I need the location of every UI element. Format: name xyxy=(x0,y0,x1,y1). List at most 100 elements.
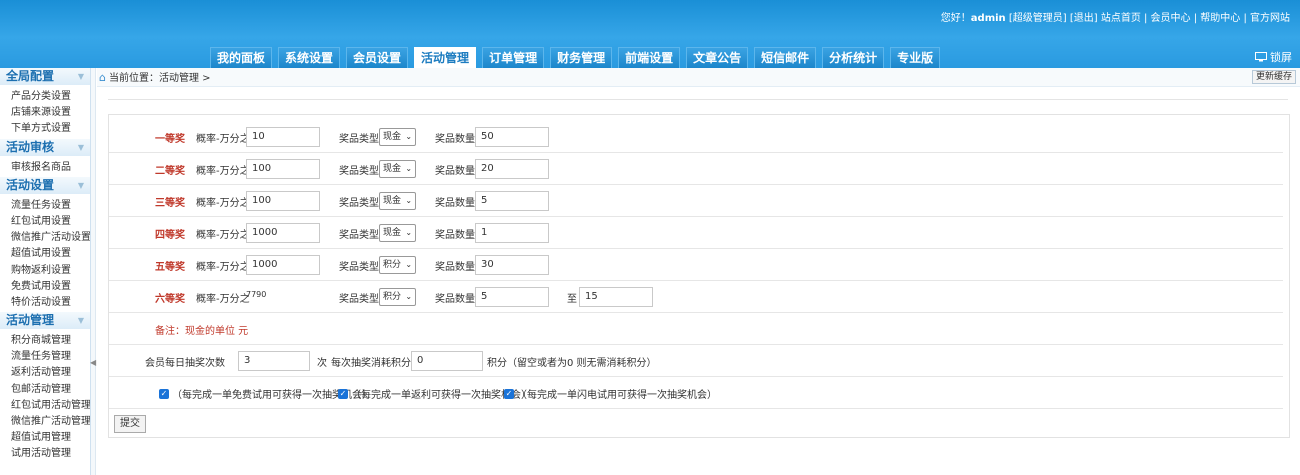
sidebar-item[interactable]: 微信推广活动管理 xyxy=(0,414,90,430)
prize-quantity-input[interactable]: 5 xyxy=(475,287,549,307)
sidebar-list: 积分商城管理 流量任务管理 返利活动管理 包邮活动管理 红包试用活动管理 微信推广活动管理… xyxy=(0,329,90,464)
probability-input[interactable]: 1000 xyxy=(246,255,320,275)
sidebar-group-title[interactable]: 活动管理 ▼ xyxy=(0,312,90,330)
probability-input[interactable]: 100 xyxy=(246,159,320,179)
probability-label: 概率-万分之 xyxy=(196,262,250,273)
prize-quantity-max-input[interactable]: 15 xyxy=(579,287,653,307)
nav-tab[interactable]: 活动管理 xyxy=(414,47,477,68)
probability-label: 概率-万分之 xyxy=(196,294,250,305)
chevron-down-icon: ▼ xyxy=(77,72,84,81)
refresh-cache-button[interactable]: 更新缓存 xyxy=(1251,70,1296,84)
prize-type-select[interactable]: 现金 ⌄ xyxy=(379,160,417,178)
prize-type-select[interactable]: 积分 ⌄ xyxy=(379,256,417,274)
sidebar-item[interactable]: 超值试用管理 xyxy=(0,430,90,446)
prize-quantity-input[interactable]: 50 xyxy=(475,127,549,147)
prize-quantity-input[interactable]: 5 xyxy=(475,191,549,211)
times-label: 次 xyxy=(317,358,327,369)
top-links-rest[interactable]: [超级管理员] [退出] 站点首页 | 会员中心 | 帮助中心 | 官方网站 xyxy=(1006,13,1290,24)
prize-type-select[interactable]: 现金 ⌄ xyxy=(379,224,417,242)
prize-quantity-input[interactable]: 30 xyxy=(475,255,549,275)
cost-points-label: 每次抽奖消耗积分 xyxy=(331,358,411,369)
nav-tab[interactable]: 前端设置 xyxy=(618,47,681,68)
prize-quantity-label: 奖品数量 xyxy=(435,294,475,305)
sidebar-collapse-bar[interactable]: ◀ xyxy=(90,68,96,475)
cost-points-hint: 积分（留空或者为0 则无需消耗积分） xyxy=(487,358,657,369)
top-links[interactable]: 您好！admin [超级管理员] [退出] 站点首页 | 会员中心 | 帮助中心… xyxy=(941,9,1290,24)
nav-tab[interactable]: 系统设置 xyxy=(278,47,341,68)
checkbox-checked-icon[interactable]: ✓ xyxy=(338,388,348,399)
probability-input[interactable]: 1000 xyxy=(246,223,320,243)
prize-quantity-label: 奖品数量 xyxy=(435,230,475,241)
nav-tab[interactable]: 分析统计 xyxy=(822,47,885,68)
sidebar-group-label: 活动审核 xyxy=(6,139,55,154)
sidebar-group-label: 活动设置 xyxy=(6,177,55,192)
prize-quantity-input[interactable]: 20 xyxy=(475,159,549,179)
prize-type-select[interactable]: 积分 ⌄ xyxy=(379,288,417,306)
sidebar-item[interactable]: 下单方式设置 xyxy=(0,121,90,137)
chevron-down-icon: ⌄ xyxy=(405,196,413,205)
sidebar-item[interactable]: 试用活动管理 xyxy=(0,446,90,462)
sidebar-item[interactable]: 微信推广活动设置 xyxy=(0,230,90,246)
prize-type-value: 积分 xyxy=(383,260,402,270)
prize-type-label: 奖品类型 xyxy=(339,166,379,177)
prize-type-value: 现金 xyxy=(383,228,402,238)
sidebar-item[interactable]: 购物返利设置 xyxy=(0,263,90,279)
chance-checkbox[interactable]: ✓ （每完成一单闪电试用可获得一次抽奖机会） xyxy=(504,386,717,401)
nav-tab[interactable]: 财务管理 xyxy=(550,47,613,68)
prize-row: 六等奖 概率-万分之 7790 奖品类型 积分 ⌄ 奖品数量 5 至 15 xyxy=(109,281,1283,313)
chevron-down-icon: ⌄ xyxy=(405,164,413,173)
probability-input[interactable]: 100 xyxy=(246,191,320,211)
prize-type-value: 现金 xyxy=(383,196,402,206)
sidebar-item[interactable]: 积分商城管理 xyxy=(0,333,90,349)
probability-label: 概率-万分之 xyxy=(196,198,250,209)
nav-tab[interactable]: 会员设置 xyxy=(346,47,409,68)
daily-draws-input[interactable]: 3 xyxy=(238,351,310,371)
sidebar-group-title[interactable]: 全局配置 ▼ xyxy=(0,68,90,85)
prize-name: 三等奖 xyxy=(155,198,185,209)
sidebar-item[interactable]: 免费试用设置 xyxy=(0,279,90,295)
prize-type-select[interactable]: 现金 ⌄ xyxy=(379,192,417,210)
sidebar-item[interactable]: 审核报名商品 xyxy=(0,160,90,176)
sidebar-item[interactable]: 超值试用设置 xyxy=(0,246,90,262)
sidebar-item[interactable]: 特价活动设置 xyxy=(0,295,90,311)
breadcrumb-text: 当前位置：活动管理 > xyxy=(108,73,211,84)
probability-input[interactable]: 10 xyxy=(246,127,320,147)
nav-tab[interactable]: 文章公告 xyxy=(686,47,749,68)
prize-type-select[interactable]: 现金 ⌄ xyxy=(379,128,417,146)
sidebar-group-title[interactable]: 活动审核 ▼ xyxy=(0,138,90,156)
probability-label: 概率-万分之 xyxy=(196,134,250,145)
sidebar-item[interactable]: 返利活动管理 xyxy=(0,365,90,381)
submit-button[interactable]: 提交 xyxy=(114,415,146,433)
nav-tab[interactable]: 我的面板 xyxy=(210,47,273,68)
sidebar-group-title[interactable]: 活动设置 ▼ xyxy=(0,176,90,194)
collapse-arrow-icon[interactable]: ◀ xyxy=(90,358,96,367)
nav-tab[interactable]: 专业版 xyxy=(890,47,941,68)
prize-quantity-input[interactable]: 1 xyxy=(475,223,549,243)
nav-tab[interactable]: 短信邮件 xyxy=(754,47,817,68)
sidebar-item[interactable]: 流量任务设置 xyxy=(0,198,90,214)
prize-name: 一等奖 xyxy=(155,134,185,145)
prize-type-value: 积分 xyxy=(383,292,402,302)
checkbox-checked-icon[interactable]: ✓ xyxy=(504,388,514,399)
sidebar-item[interactable]: 流量任务管理 xyxy=(0,349,90,365)
lottery-form: 提交 一等奖 概率-万分之 10 奖品类型 现金 ⌄ 奖品数量 50 二等奖 概率-万分之 100 奖… xyxy=(108,114,1290,438)
admin-name: admin xyxy=(970,13,1006,24)
sidebar-group-label: 全局配置 xyxy=(6,69,55,83)
sidebar-item[interactable]: 红包试用设置 xyxy=(0,214,90,230)
nav-tab[interactable]: 订单管理 xyxy=(482,47,545,68)
chevron-down-icon: ⌄ xyxy=(405,292,413,301)
sidebar-list: 审核报名商品 xyxy=(0,156,90,177)
sidebar-item[interactable]: 产品分类设置 xyxy=(0,89,90,105)
home-icon[interactable]: ⌂ xyxy=(99,71,106,84)
sidebar-item[interactable]: 包邮活动管理 xyxy=(0,382,90,398)
lock-screen-button[interactable]: 锁屏 xyxy=(1255,49,1292,65)
prize-row: 三等奖 概率-万分之 100 奖品类型 现金 ⌄ 奖品数量 5 xyxy=(109,185,1283,217)
sidebar-item[interactable]: 红包试用活动管理 xyxy=(0,398,90,414)
cash-unit-note: 备注：现金的单位 元 xyxy=(155,326,249,337)
sidebar-item[interactable]: 店铺来源设置 xyxy=(0,105,90,121)
prize-quantity-label: 奖品数量 xyxy=(435,262,475,273)
cost-points-input[interactable]: 0 xyxy=(411,351,483,371)
chance-checkbox[interactable]: ✓ （每完成一单返利可获得一次抽奖机会） xyxy=(338,386,531,401)
checkbox-checked-icon[interactable]: ✓ xyxy=(159,388,169,399)
sidebar-list: 产品分类设置 店铺来源设置 下单方式设置 xyxy=(0,85,90,139)
